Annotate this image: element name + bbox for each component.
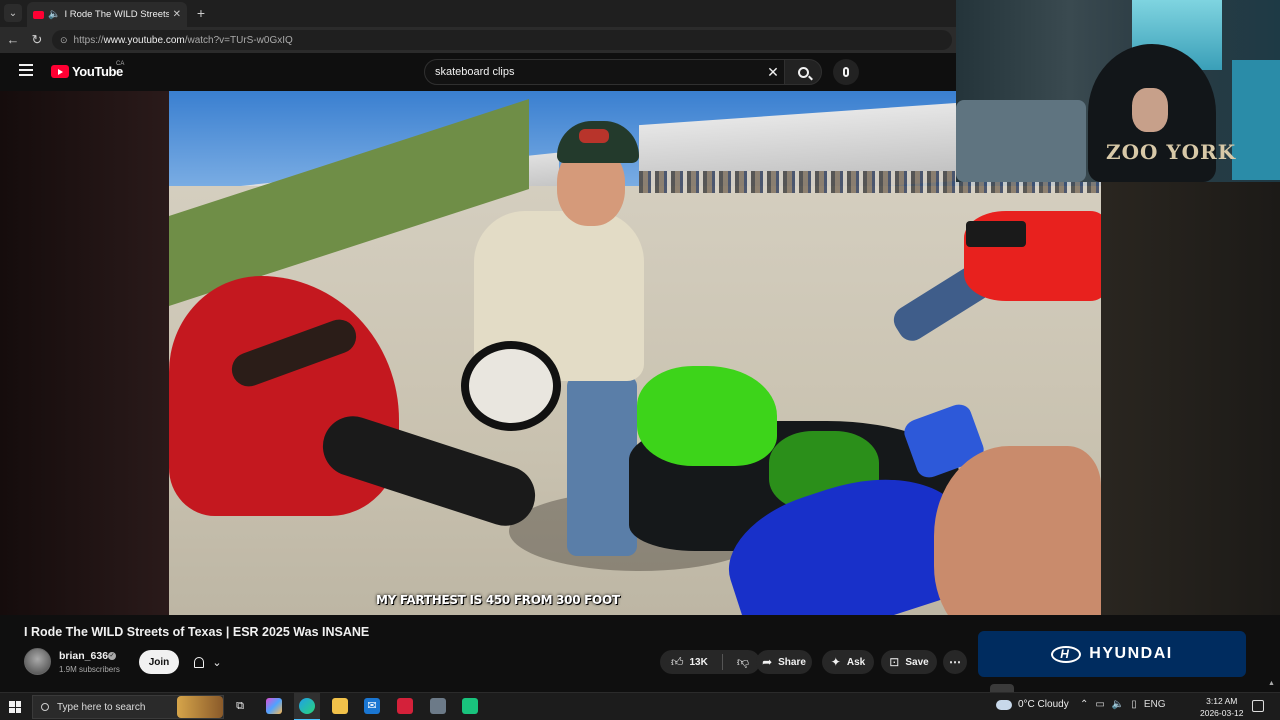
like-dislike-group: 👍︎ 13K 👎︎ — [660, 650, 760, 674]
rider-jeans — [567, 376, 637, 556]
share-label: Share — [778, 656, 806, 668]
country-code: CA — [116, 61, 125, 67]
avatar[interactable] — [24, 648, 51, 675]
search-query: skateboard clips — [435, 66, 515, 78]
cloud-icon — [996, 699, 1012, 710]
mic-icon — [843, 67, 849, 77]
plus-icon[interactable]: + — [193, 4, 209, 22]
screen: ⌄ 🔈 I Rode The WILD Streets of Te ✕ + ← … — [0, 0, 1280, 720]
system-tray: ⌃ ▭ 🔈 ▯ ENG — [1080, 699, 1165, 710]
ask-button[interactable]: ✦ Ask — [822, 650, 874, 674]
reload-icon[interactable]: ↻ — [29, 32, 45, 48]
tab-menu-icon[interactable]: ⌄ — [4, 4, 22, 22]
weather-widget[interactable]: 0°C Cloudy — [996, 699, 1069, 710]
save-label: Save — [905, 656, 929, 668]
thumb-down-icon: 👎︎ — [736, 654, 750, 669]
webcam-bed — [956, 100, 1086, 182]
weather-text: 0°C Cloudy — [1018, 699, 1069, 710]
webcam-poster — [1232, 60, 1280, 180]
player-ambient-left — [0, 91, 169, 615]
thumb-up-icon: 👍︎ — [670, 654, 684, 669]
address-bar: ← ↻ ⊙ https://www.youtube.com/watch?v=TU… — [0, 27, 956, 53]
browser-tab[interactable]: 🔈 I Rode The WILD Streets of Te ✕ — [27, 2, 187, 27]
search-input[interactable]: skateboard clips ✕ — [424, 59, 790, 85]
ad-brand: HYUNDAI — [1089, 645, 1173, 662]
game-app-icon[interactable] — [462, 698, 478, 714]
bookmark-icon: ⊡ — [889, 655, 900, 669]
webcam-face — [1132, 88, 1168, 132]
hyundai-logo-icon — [1051, 645, 1082, 663]
webcam-overlay: ZOO YORK — [956, 0, 1280, 182]
hand — [934, 446, 1101, 615]
close-icon[interactable]: ✕ — [173, 9, 181, 20]
player-ambient-right — [1101, 182, 1280, 615]
tab-title: I Rode The WILD Streets of Te — [64, 9, 169, 20]
verified-icon: ✓ — [108, 652, 116, 660]
dislike-button[interactable]: 👎︎ — [729, 650, 757, 674]
notification-bell-button[interactable]: ⌄ — [186, 650, 230, 674]
youtube-logo[interactable]: YouTube CA — [51, 61, 125, 79]
chevron-down-icon: ⌄ — [212, 656, 222, 669]
video-subtitle: MY FARTHEST IS 450 FROM 300 FOOT — [376, 593, 620, 607]
explorer-icon[interactable] — [332, 698, 348, 714]
clock-date: 2026-03-12 — [1200, 708, 1244, 718]
sparkle-icon: ✦ — [830, 655, 841, 669]
like-button[interactable]: 👍︎ 13K — [663, 650, 716, 674]
scroll-up-icon[interactable]: ▲ — [1268, 680, 1276, 690]
clock[interactable]: 3:12 AM 2026-03-12 — [1200, 696, 1243, 718]
url-text: https://www.youtube.com/watch?v=TUrS-w0G… — [73, 34, 293, 46]
menu-icon[interactable] — [19, 64, 33, 76]
channel-name[interactable]: brian_636 — [59, 650, 108, 662]
divider — [721, 654, 723, 670]
share-icon: ➦ — [762, 655, 773, 669]
voice-search-button[interactable] — [833, 59, 859, 85]
chevron-up-icon[interactable]: ⌃ — [1080, 699, 1088, 710]
task-view-icon[interactable]: ⧉ — [232, 698, 248, 714]
youtube-play-icon — [51, 65, 69, 78]
url-field[interactable]: ⊙ https://www.youtube.com/watch?v=TUrS-w… — [52, 30, 952, 50]
bell-icon — [194, 656, 205, 668]
search-button[interactable] — [784, 59, 822, 85]
windows-icon[interactable] — [9, 701, 21, 713]
volume-icon[interactable]: 🔈 — [1112, 699, 1124, 710]
lock-icon[interactable]: ⊙ — [60, 35, 68, 46]
network-icon[interactable]: ▭ — [1095, 699, 1104, 710]
speaker-icon[interactable]: 🔈 — [48, 9, 60, 20]
youtube-header: YouTube CA skateboard clips ✕ — [0, 53, 956, 91]
language-indicator[interactable]: ENG — [1144, 699, 1166, 710]
ask-label: Ask — [846, 656, 866, 668]
youtube-favicon-icon — [33, 10, 44, 19]
share-button[interactable]: ➦ Share — [756, 650, 812, 674]
notification-icon[interactable] — [1252, 700, 1264, 712]
join-button[interactable]: Join — [139, 650, 179, 674]
search-icon — [797, 66, 809, 78]
windows-taskbar: Type here to search ⧉ ✉ 0°C Cloudy ⌃ ▭ 🔈… — [0, 692, 1280, 720]
gift-app-icon[interactable] — [397, 698, 413, 714]
desktop-app-icon[interactable] — [430, 698, 446, 714]
mail-icon[interactable]: ✉ — [364, 698, 380, 714]
subscriber-count: 1.9M subscribers — [59, 665, 120, 674]
hyundai-ad-banner[interactable]: HYUNDAI — [978, 631, 1246, 677]
browser-tab-strip: ⌄ 🔈 I Rode The WILD Streets of Te ✕ + — [0, 0, 956, 27]
helmet — [461, 341, 561, 431]
shirt-print: ZOO YORK — [1106, 140, 1237, 164]
edge-icon[interactable] — [299, 698, 315, 714]
clear-search-icon[interactable]: ✕ — [763, 64, 783, 81]
channel-row: brian_636 ✓ 1.9M subscribers Join ⌄ 👍︎ 1… — [24, 648, 967, 676]
search-highlight-art — [177, 696, 223, 718]
copilot-icon[interactable] — [266, 698, 282, 714]
back-icon[interactable]: ← — [5, 32, 21, 48]
motorcycle-tank — [637, 366, 777, 466]
like-count: 13K — [689, 656, 708, 668]
clock-time: 3:12 AM — [1206, 696, 1238, 706]
ad-avatar — [990, 684, 1014, 692]
search-icon — [41, 703, 49, 711]
save-button[interactable]: ⊡ Save — [881, 650, 937, 674]
more-icon[interactable]: ⋯ — [943, 650, 967, 674]
camera — [966, 221, 1026, 247]
video-title: I Rode The WILD Streets of Texas | ESR 2… — [24, 625, 370, 639]
battery-icon[interactable]: ▯ — [1131, 699, 1137, 710]
taskbar-search-placeholder: Type here to search — [57, 701, 146, 713]
taskbar-search[interactable]: Type here to search — [32, 695, 224, 719]
